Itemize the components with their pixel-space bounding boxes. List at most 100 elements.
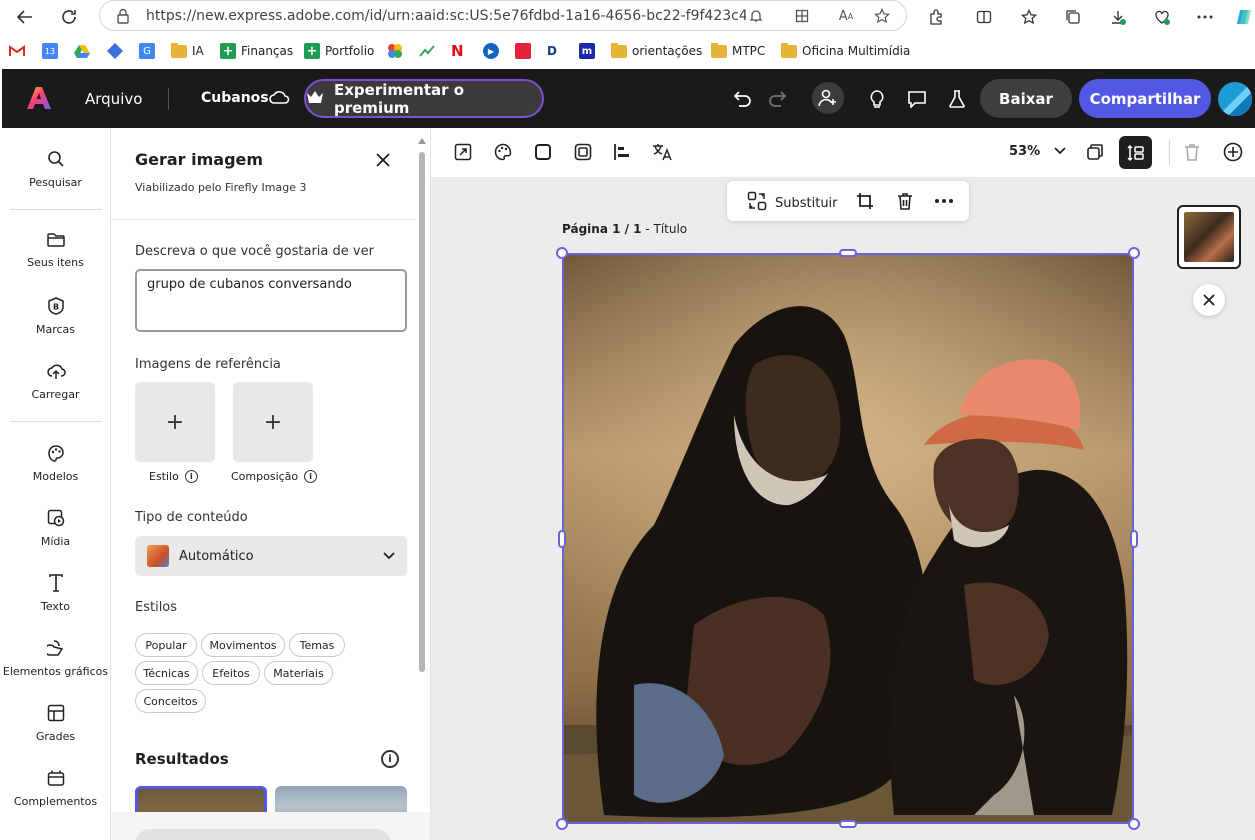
invite-collaborator-icon[interactable]	[812, 82, 844, 114]
labs-flask-icon[interactable]	[942, 84, 972, 114]
color-palette-icon[interactable]	[491, 140, 515, 164]
notification-icon[interactable]	[746, 6, 766, 26]
photos-bookmark-icon[interactable]	[387, 41, 403, 61]
layers-icon[interactable]	[1119, 136, 1152, 169]
add-style-reference-button[interactable]: +	[135, 382, 215, 462]
translate-icon[interactable]	[650, 140, 674, 164]
address-bar[interactable]: https://new.express.adobe.com/id/urn:aai…	[99, 0, 907, 31]
add-page-icon[interactable]	[1221, 140, 1245, 164]
resize-handle[interactable]	[556, 247, 568, 259]
m-bookmark-icon[interactable]: m	[579, 41, 595, 61]
style-chip[interactable]: Efeitos	[202, 661, 260, 685]
align-left-icon[interactable]	[610, 140, 634, 164]
drive-bookmark-icon[interactable]	[74, 41, 90, 61]
style-chip[interactable]: Popular	[135, 633, 197, 657]
panel-scrollbar[interactable]	[418, 138, 426, 672]
prompt-input[interactable]: grupo de cubanos conversando	[135, 269, 407, 332]
bookmark-oficina-multimidia[interactable]: Oficina Multimídia	[781, 41, 910, 61]
style-chip[interactable]: Técnicas	[135, 661, 198, 685]
style-chip[interactable]: Movimentos	[201, 633, 285, 657]
adobe-express-logo-icon[interactable]	[26, 85, 52, 114]
read-aloud-icon[interactable]: AA	[836, 6, 856, 26]
generate-button[interactable]	[135, 829, 391, 840]
rail-item-graphic-elements[interactable]: Elementos gráficos	[0, 639, 111, 699]
gmail-bookmark-icon[interactable]	[9, 41, 25, 61]
lightbulb-icon[interactable]	[862, 84, 892, 114]
rail-item-addons[interactable]: Complementos	[0, 769, 111, 829]
close-icon[interactable]	[1193, 284, 1225, 316]
pages-icon[interactable]	[1083, 140, 1107, 164]
extensions-icon[interactable]	[924, 5, 948, 29]
lock-icon[interactable]	[116, 8, 130, 27]
close-icon[interactable]	[373, 150, 393, 170]
favorite-star-icon[interactable]	[872, 6, 892, 26]
redo-icon[interactable]	[762, 84, 792, 114]
apps-icon[interactable]	[792, 6, 812, 26]
resize-handle[interactable]	[1128, 818, 1140, 830]
rail-item-grids[interactable]: Grades	[0, 704, 111, 764]
info-icon[interactable]: i	[184, 470, 198, 483]
split-screen-icon[interactable]	[972, 5, 996, 29]
info-icon[interactable]: i	[304, 470, 318, 483]
rail-item-upload[interactable]: Carregar	[0, 362, 111, 422]
play-bookmark-icon[interactable]: ▶	[483, 41, 499, 61]
bookmark-financas[interactable]: + Finanças	[220, 41, 293, 61]
resize-handle[interactable]	[839, 249, 857, 257]
replace-button[interactable]: Substituir	[747, 191, 838, 215]
resize-handle[interactable]	[558, 530, 566, 548]
resize-handle[interactable]	[1130, 530, 1138, 548]
page-thumbnail[interactable]	[1177, 205, 1241, 269]
collections-icon[interactable]	[1061, 5, 1085, 29]
reload-icon[interactable]	[56, 4, 82, 30]
avatar[interactable]	[1218, 82, 1252, 116]
bookmark-mtpc[interactable]: MTPC	[711, 41, 765, 61]
classroom-bookmark-icon[interactable]	[107, 41, 123, 61]
comment-icon[interactable]	[902, 84, 932, 114]
calendar-bookmark-icon[interactable]: 13	[42, 41, 58, 61]
style-chip[interactable]: Materiais	[264, 661, 333, 685]
try-premium-button[interactable]: Experimentar o premium	[304, 79, 544, 118]
translate-bookmark-icon[interactable]: G	[139, 41, 155, 61]
rail-item-templates[interactable]: Modelos	[0, 444, 111, 504]
bookmark-orientacoes[interactable]: orientações	[611, 41, 702, 61]
resize-handle[interactable]	[556, 818, 568, 830]
scrollbar-thumb[interactable]	[419, 152, 425, 672]
more-options-icon[interactable]	[934, 191, 954, 211]
browser-essentials-icon[interactable]	[1150, 5, 1174, 29]
netflix-bookmark-icon[interactable]: N	[451, 41, 464, 61]
more-menu-icon[interactable]	[1193, 5, 1217, 29]
file-menu[interactable]: Arquivo	[85, 90, 142, 108]
document-title[interactable]: Cubanos	[201, 90, 269, 106]
rail-item-search[interactable]: Pesquisar	[0, 150, 111, 210]
chart-bookmark-icon[interactable]	[419, 41, 435, 61]
style-chip[interactable]: Temas	[289, 633, 345, 657]
border-frame-icon[interactable]	[571, 140, 595, 164]
info-icon[interactable]: i	[381, 750, 399, 768]
generated-image[interactable]	[562, 253, 1134, 824]
bookmark-portfolio[interactable]: + Portfolio	[304, 41, 374, 61]
resize-icon[interactable]	[451, 140, 475, 164]
bookmark-ia[interactable]: IA	[171, 41, 204, 61]
resize-handle[interactable]	[839, 820, 857, 828]
zoom-control[interactable]: 53%	[1009, 144, 1066, 159]
delete-icon[interactable]	[895, 191, 915, 211]
copilot-icon[interactable]	[1232, 5, 1255, 29]
back-icon[interactable]	[12, 4, 38, 30]
favorites-icon[interactable]	[1017, 5, 1041, 29]
cloud-sync-icon[interactable]	[268, 88, 290, 109]
content-type-select[interactable]: Automático	[135, 536, 407, 576]
add-composition-reference-button[interactable]: +	[233, 382, 313, 462]
disney-bookmark-icon[interactable]: D	[547, 41, 557, 61]
download-button[interactable]: Baixar	[980, 79, 1072, 118]
trash-icon[interactable]	[1180, 140, 1204, 164]
downloads-icon[interactable]	[1106, 5, 1130, 29]
rail-item-brands[interactable]: B Marcas	[0, 297, 111, 357]
rail-item-text[interactable]: Texto	[0, 574, 111, 634]
style-chip[interactable]: Conceitos	[135, 689, 206, 713]
shape-square-icon[interactable]	[531, 140, 555, 164]
rail-item-media[interactable]: Mídia	[0, 509, 111, 569]
url-text[interactable]: https://new.express.adobe.com/id/urn:aai…	[146, 8, 746, 24]
scroll-up-icon[interactable]	[418, 138, 426, 144]
share-button[interactable]: Compartilhar	[1079, 79, 1211, 118]
globoplay-bookmark-icon[interactable]	[515, 41, 531, 61]
